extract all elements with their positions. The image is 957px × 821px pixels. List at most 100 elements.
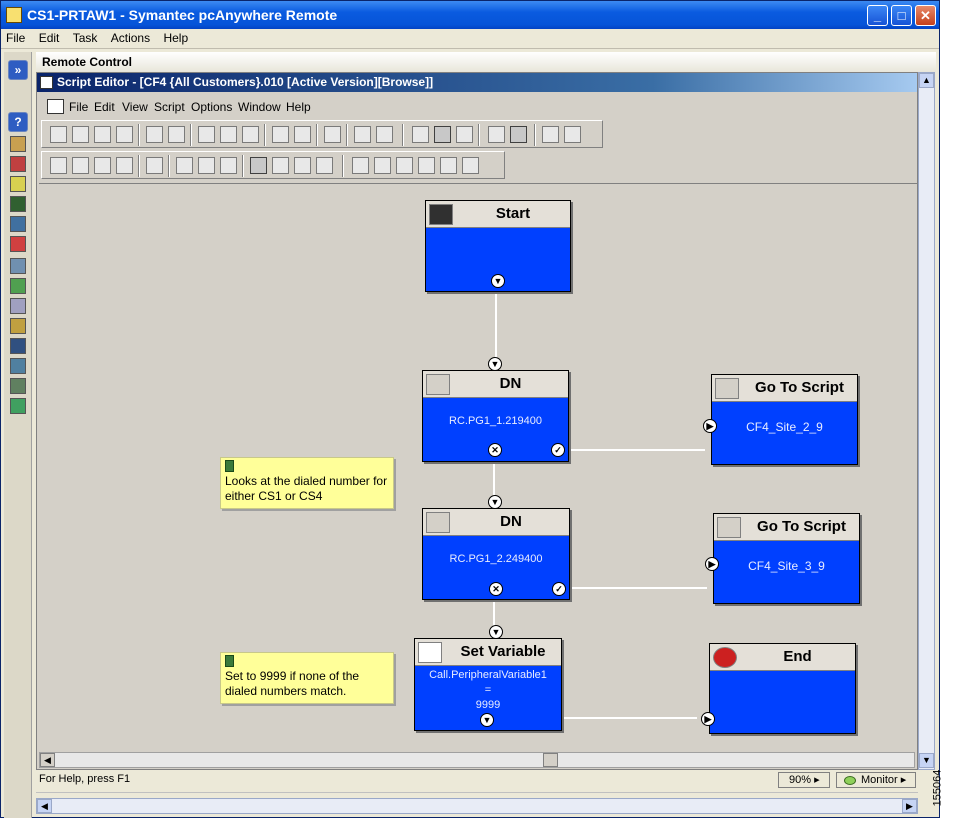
se-menu-edit[interactable]: Edit [94,100,115,114]
settings-tool-icon[interactable] [10,298,26,314]
zoom-page-icon[interactable] [116,157,133,174]
scroll-up-icon[interactable]: ▲ [919,73,934,88]
end-node[interactable]: End ▶ [701,643,856,734]
fullscreen-tool-icon[interactable] [10,278,26,294]
outer-scroll-left-icon[interactable]: ◀ [37,799,52,813]
cancel-session-icon[interactable] [10,236,26,252]
se-menu-options[interactable]: Options [191,100,232,114]
menu-edit[interactable]: Edit [34,29,65,47]
context-help-icon[interactable] [376,126,393,143]
end-input-icon[interactable]: ▶ [701,712,715,726]
scale-tool-icon[interactable] [10,258,26,274]
menu-file[interactable]: File [1,29,30,47]
key-icon[interactable] [542,126,559,143]
menu-task[interactable]: Task [68,29,103,47]
restart-tool-icon[interactable] [10,216,26,232]
dn-node-2[interactable]: DN ▼ RC.PG1_2.249400 ✕ ✓ [422,495,570,600]
grid-icon[interactable] [146,157,163,174]
zoom-fit-icon[interactable] [50,157,67,174]
align-center-icon[interactable] [374,157,391,174]
dn-node-1[interactable]: DN ▼ RC.PG1_1.219400 ✕ ✓ [422,357,569,462]
set-variable-node[interactable]: Set Variable ▼ Call.PeripheralVariable1 … [414,625,562,731]
align-bottom-icon[interactable] [462,157,479,174]
dn2-fail-icon[interactable]: ✕ [489,582,503,596]
browse-mode-icon[interactable] [412,126,429,143]
connect-active-icon[interactable] [510,126,527,143]
screen-tool-icon[interactable] [10,196,26,212]
goto-script-node-2[interactable]: Go To Script ▶ CF4_Site_3_9 [705,513,860,604]
zoom-out-icon[interactable] [94,157,111,174]
se-menu-script[interactable]: Script [154,100,185,114]
se-menu-help[interactable]: Help [286,100,311,114]
print-icon[interactable] [146,126,163,143]
select-node-icon[interactable] [250,157,267,174]
document-menu-icon[interactable] [47,99,64,114]
validate-icon[interactable] [294,126,311,143]
tree-node-icon[interactable] [316,157,333,174]
outer-vertical-scrollbar[interactable]: ▲ ▼ [918,72,935,770]
binoculars-icon[interactable] [564,126,581,143]
setvar-output-icon[interactable]: ▼ [480,713,494,727]
comment-note-2[interactable]: Set to 9999 if none of the dialed number… [220,652,394,704]
save-icon[interactable] [94,126,111,143]
monitor-mode-icon[interactable] [434,126,451,143]
connect-node-icon[interactable] [272,157,289,174]
script-canvas[interactable]: Start ▼ DN ▼ RC.PG1_1.219400 ✕ ✓ DN ▼ RC… [39,183,917,751]
save-all-icon[interactable] [116,126,133,143]
dn2-input-icon[interactable]: ▼ [488,495,502,509]
mode-indicator[interactable]: Monitor ▸ [836,772,916,788]
start-node[interactable]: Start ▼ [425,200,571,292]
edit-mode-icon[interactable] [456,126,473,143]
canvas-horizontal-scrollbar[interactable]: ◀ [39,752,915,768]
find-icon[interactable] [272,126,289,143]
scroll-thumb[interactable] [543,753,558,767]
connect-icon[interactable] [488,126,505,143]
scroll-down-icon[interactable]: ▼ [919,753,934,768]
layout-icon[interactable] [176,157,193,174]
minimize-button[interactable]: _ [867,5,888,26]
dn1-fail-icon[interactable]: ✕ [488,443,502,457]
start-output-icon[interactable]: ▼ [491,274,505,288]
scroll-left-icon[interactable]: ◀ [40,753,55,767]
menu-actions[interactable]: Actions [106,29,155,47]
se-menu-file[interactable]: File [69,100,88,114]
align-left-icon[interactable] [352,157,369,174]
help-button-icon[interactable] [354,126,371,143]
record-tool-icon[interactable] [10,318,26,334]
comment-note-1[interactable]: Looks at the dialed number for either CS… [220,457,394,509]
se-menu-window[interactable]: Window [238,100,281,114]
clipboard-tool-icon[interactable] [10,176,26,192]
setvar-input-icon[interactable]: ▼ [489,625,503,639]
align-right-icon[interactable] [396,157,413,174]
remote-print-icon[interactable] [10,358,26,374]
align-middle-icon[interactable] [440,157,457,174]
zoom-in-icon[interactable] [72,157,89,174]
network-tool-icon[interactable] [10,398,26,414]
expand-panel-icon[interactable]: » [8,60,28,80]
zoom-indicator[interactable]: 90% ▸ [778,772,830,788]
link-node-icon[interactable] [294,157,311,174]
open-folder-icon[interactable] [72,126,89,143]
users-tool-icon[interactable] [10,378,26,394]
copy-icon[interactable] [220,126,237,143]
dn2-success-icon[interactable]: ✓ [552,582,566,596]
properties-icon[interactable] [324,126,341,143]
script-editor-titlebar[interactable]: Script Editor - [CF4 {All Customers}.010… [37,73,917,92]
maximize-button[interactable]: □ [891,5,912,26]
new-file-icon[interactable] [50,126,67,143]
se-menu-view[interactable]: View [122,100,148,114]
cut-icon[interactable] [198,126,215,143]
close-button[interactable]: ✕ [915,5,936,26]
chat-tool-icon[interactable] [10,156,26,172]
check-all-icon[interactable] [220,157,237,174]
dn1-success-icon[interactable]: ✓ [551,443,565,457]
print-preview-icon[interactable] [168,126,185,143]
check-icon[interactable] [198,157,215,174]
paste-icon[interactable] [242,126,259,143]
help-icon[interactable]: ? [8,112,28,132]
outer-scroll-right-icon[interactable]: ▶ [902,799,917,813]
goto-script-node-1[interactable]: Go To Script ▶ CF4_Site_2_9 [703,374,858,465]
window-titlebar[interactable]: CS1-PRTAW1 - Symantec pcAnywhere Remote … [1,1,939,29]
align-top-icon[interactable] [418,157,435,174]
display-tool-icon[interactable] [10,338,26,354]
